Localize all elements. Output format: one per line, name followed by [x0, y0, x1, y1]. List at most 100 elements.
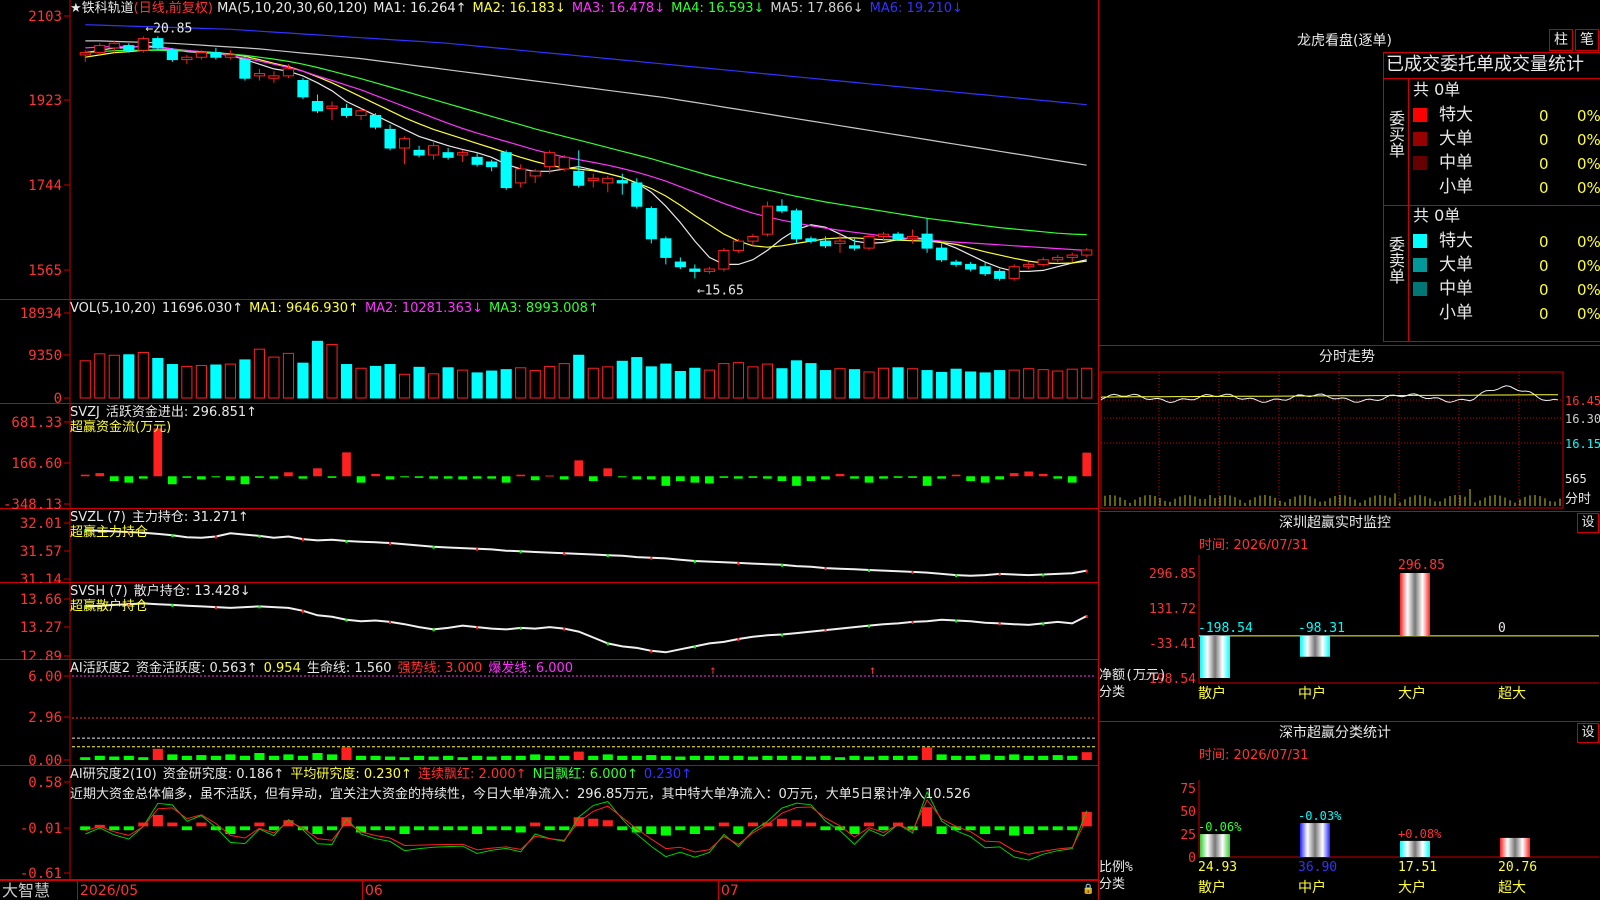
- svsh-marker: [171, 603, 174, 607]
- svsh-tick-label: 12.89: [20, 649, 62, 660]
- research-bar: [878, 826, 889, 831]
- activity-bar: [747, 756, 758, 760]
- research-bar: [370, 826, 381, 831]
- candle-body: [877, 233, 890, 237]
- candle-body: [587, 177, 599, 182]
- legend-item: 活跃资金进出: 296.851↑: [105, 405, 258, 420]
- ratio-bar: [1500, 837, 1530, 857]
- svzl-tick-label: 31.14: [20, 572, 62, 583]
- vol-tick-label: 9350: [28, 348, 62, 364]
- activity-bar: [791, 755, 802, 760]
- volume-bar: [979, 372, 991, 399]
- tick-mode-button[interactable]: 笔: [1575, 29, 1599, 51]
- svzl-marker: [868, 568, 871, 572]
- kline-chart[interactable]: 2103 1923 1744 1565 ←20.85 ←15.65: [0, 0, 1100, 300]
- monitor-settings-button[interactable]: 设: [1577, 513, 1599, 533]
- intraday-chart[interactable]: 16.45 16.30 16.15 565 分时: [1099, 370, 1600, 510]
- flow-bar: [574, 460, 584, 477]
- research-bar: [689, 826, 700, 834]
- flow-bar: [472, 476, 482, 479]
- stats-tick: 50: [1180, 805, 1196, 820]
- stock-name[interactable]: 铁科轨道: [82, 1, 134, 16]
- ai2-tick-label: -0.01: [20, 821, 62, 837]
- candle-body: [471, 156, 483, 165]
- right-panel: 龙虎看盘(逐单) 柱 笔 已成交委托单成交量统计 委买单 委卖单 共 0单 特大 0…: [1099, 0, 1600, 900]
- candle-body: [1081, 249, 1093, 256]
- research-bar: [501, 826, 512, 831]
- monitor-time: 时间: 2026/07/31: [1199, 538, 1309, 553]
- svzl-legend: SVZL (7) 主力持仓: 31.271↑: [70, 511, 255, 524]
- flow-bar: [1053, 476, 1063, 479]
- favorite-star-icon[interactable]: ★: [70, 1, 82, 16]
- flow-bar: [995, 476, 1005, 480]
- volume-bar: [123, 354, 135, 399]
- volume-bar: [239, 359, 251, 399]
- ratio-chart[interactable]: 75 50 25 0 -0.06% 24.93 散户 -0.03% 36.90 中户 +0.08% 1…: [1099, 760, 1600, 900]
- order-color-swatch: [1413, 132, 1427, 146]
- research-bar: [617, 826, 628, 831]
- research-bar: [559, 826, 570, 831]
- svzl-marker: [650, 556, 653, 560]
- order-color-swatch: [1413, 234, 1427, 248]
- activity-bar: [776, 755, 788, 760]
- order-color-swatch: [1413, 282, 1427, 296]
- activity-bar: [1067, 755, 1078, 760]
- svzl-marker: [519, 550, 522, 554]
- svsh-tick-label: 13.27: [20, 620, 62, 636]
- research-bar: [791, 820, 802, 827]
- activity-bar: [181, 755, 192, 760]
- bar-mode-button[interactable]: 柱: [1549, 29, 1573, 51]
- activity-bar: [980, 754, 991, 760]
- high-label: ←20.85: [145, 21, 192, 36]
- monitor-tick: -33.41: [1149, 637, 1196, 652]
- flow-bar: [182, 476, 192, 478]
- volume-bar: [471, 372, 483, 399]
- flow-bar: [559, 476, 569, 480]
- legend-item: MA3: 16.478↓: [571, 1, 666, 16]
- stats-settings-button[interactable]: 设: [1577, 723, 1599, 743]
- flow-bar: [80, 474, 90, 477]
- activity-bar: [326, 754, 338, 760]
- flow-bar: [385, 476, 395, 480]
- flow-bar: [167, 476, 177, 485]
- svsh-marker: [563, 627, 566, 631]
- activity-bar: [414, 755, 425, 760]
- sell-label: 委卖单: [1386, 236, 1405, 284]
- volume-bar: [790, 360, 803, 399]
- candle-body: [616, 180, 628, 184]
- research-bar: [414, 826, 425, 831]
- candle-body: [326, 105, 338, 109]
- volume-bar: [819, 370, 832, 399]
- stats-tick: 0: [1188, 851, 1196, 866]
- ai1-tick-label: 0.00: [28, 753, 62, 766]
- svzl-marker: [606, 554, 609, 558]
- svzl-marker: [824, 567, 827, 571]
- volume-bar: [645, 366, 657, 399]
- svzl-marker: [998, 572, 1001, 576]
- order-size-label: 小单: [1439, 177, 1473, 197]
- lock-icon[interactable]: 🔒: [1082, 885, 1094, 895]
- net-flow-chart[interactable]: 296.85131.72-33.41-198.54-198.54散户-98.31…: [1099, 555, 1600, 720]
- volume-bar: [994, 370, 1006, 399]
- candle-body: [994, 270, 1006, 279]
- net-flow-value: -198.54: [1198, 621, 1253, 636]
- svsh-marker: [780, 633, 783, 637]
- candle-body: [224, 54, 236, 58]
- ratio-bar: [1300, 823, 1330, 857]
- flow-bar: [429, 476, 438, 479]
- volume-bar: [195, 364, 207, 399]
- ai-research-chart[interactable]: 0.58 -0.01 -0.61: [0, 766, 1100, 880]
- candle-body: [311, 100, 324, 112]
- research-bar: [1052, 826, 1063, 831]
- order-size-label: 特大: [1439, 105, 1473, 125]
- svzl-marker: [476, 547, 479, 551]
- legend-item: 散户持仓: 13.428↓: [133, 584, 251, 599]
- monitor-tick: 296.85: [1149, 567, 1196, 582]
- net-flow-bar: [1400, 573, 1430, 636]
- lhb-stat-title: 已成交委托单成交量统计: [1386, 54, 1584, 75]
- candle-body: [1037, 259, 1049, 265]
- period-mode[interactable]: (日线,前复权): [134, 1, 213, 16]
- vol-tick-label: 0: [54, 391, 62, 404]
- candle-body: [369, 114, 382, 128]
- flow-bar: [313, 468, 322, 477]
